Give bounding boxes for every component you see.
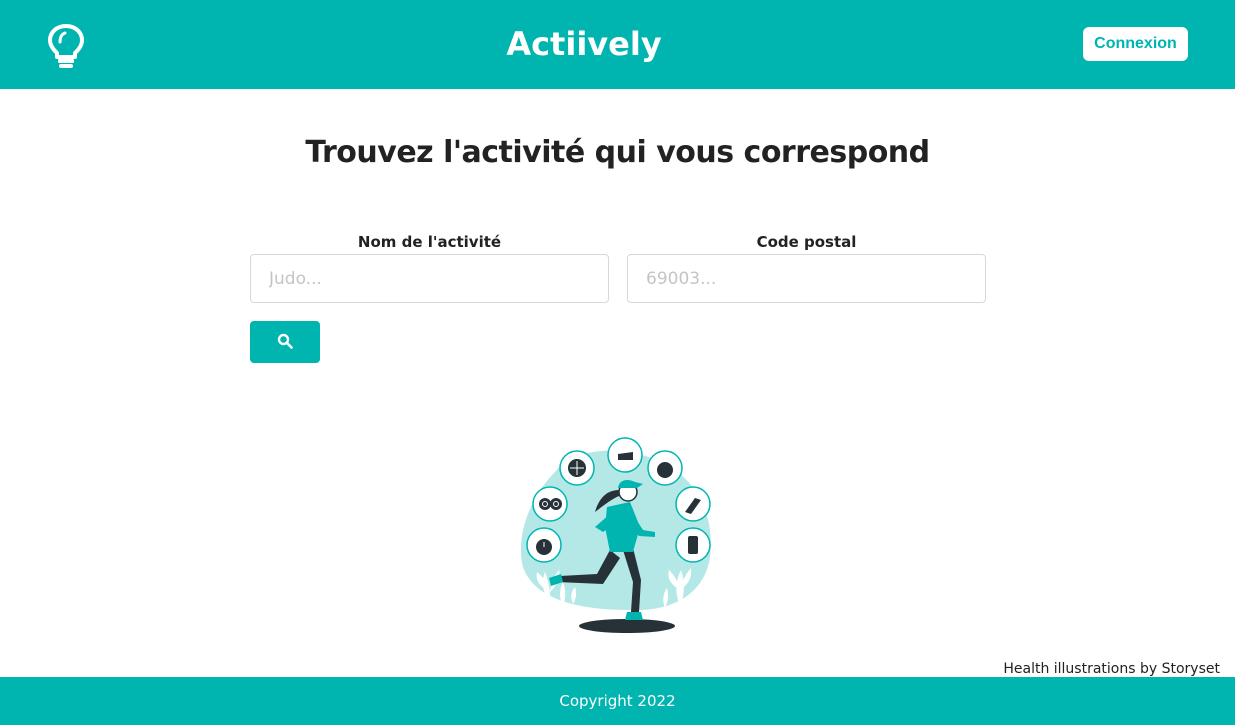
copyright-text: Copyright 2022 xyxy=(559,692,676,710)
activity-name-input[interactable] xyxy=(250,254,609,303)
login-button[interactable]: Connexion xyxy=(1083,27,1188,61)
app-header: Actiively Connexion xyxy=(0,0,1235,89)
postal-code-input[interactable] xyxy=(627,254,986,303)
search-icon xyxy=(277,333,293,352)
page-title: Trouvez l'activité qui vous correspond xyxy=(305,135,930,170)
app-footer: Copyright 2022 xyxy=(0,677,1235,725)
illustration-credit[interactable]: Health illustrations by Storyset xyxy=(1003,660,1220,678)
activity-name-label: Nom de l'activité xyxy=(357,233,502,251)
app-title: Actiively xyxy=(506,25,662,63)
search-button[interactable] xyxy=(250,321,320,363)
running-woman-illustration xyxy=(515,432,720,637)
postal-code-label: Code postal xyxy=(756,233,857,251)
